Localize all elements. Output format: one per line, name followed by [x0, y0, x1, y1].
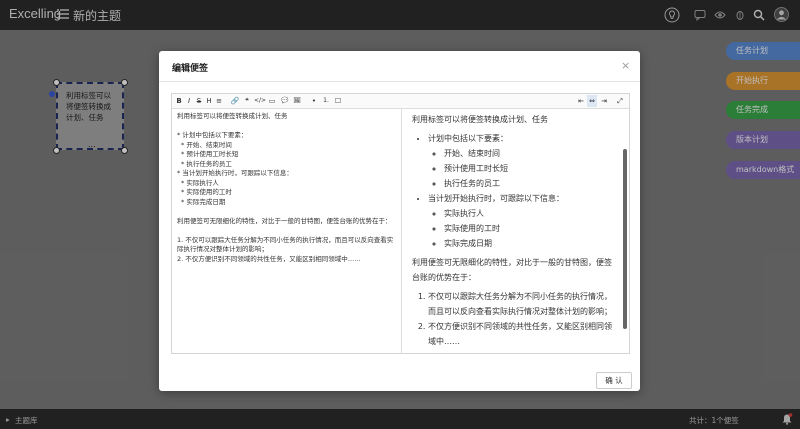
- source-line: 1. 不仅可以跟踪大任务分解为不同小任务的执行情况，而且可以反向查看实际执行情况…: [177, 235, 394, 254]
- ordered-list-button[interactable]: 1.: [321, 95, 331, 107]
- preview-list-item: 不仅可以跟踪大任务分解为不同小任务的执行情况，而且可以反向查看实际执行情况对整体…: [428, 289, 619, 319]
- quote-button[interactable]: ❝: [242, 95, 252, 107]
- source-line: * 预计使用工时长短: [181, 150, 239, 158]
- fullscreen-button[interactable]: ⤢: [615, 95, 625, 107]
- preview-only-button[interactable]: ⇥: [599, 95, 609, 107]
- heading-button[interactable]: H: [204, 95, 214, 107]
- split-view-button[interactable]: ⇔: [587, 95, 597, 107]
- preview-list-item: 开始、结束时间: [444, 146, 619, 161]
- source-line: 利用便签可无限细化的特性，对比于一般的甘特图，便签台账的优势在于：: [177, 216, 392, 225]
- link-button[interactable]: 🔗: [230, 95, 240, 107]
- close-icon[interactable]: ×: [621, 59, 630, 72]
- comment-button[interactable]: 💬: [280, 95, 290, 107]
- editor-toolbar: B I S H ≡ 🔗 ❝ </> ▭ 💬 🖼 • 1. ☐ ⇤ ⇔ ⇥ ⤢: [172, 94, 629, 109]
- preview-ordered-list: 不仅可以跟踪大任务分解为不同小任务的执行情况，而且可以反向查看实际执行情况对整体…: [412, 289, 619, 349]
- preview-list-item: 实际使用的工时: [444, 221, 619, 236]
- image-button[interactable]: 🖼: [292, 95, 302, 107]
- source-line: * 开始、结束时间: [181, 140, 232, 149]
- strikethrough-button[interactable]: S: [194, 95, 204, 107]
- dialog-title: 编辑便签: [172, 64, 209, 74]
- preview-list-item: 实际执行人: [444, 206, 619, 221]
- confirm-button[interactable]: 确 认: [596, 372, 632, 389]
- source-line: 利用标签可以将便签转换成计划、任务: [177, 112, 288, 120]
- bold-button[interactable]: B: [174, 95, 184, 107]
- source-line: * 当计划开始执行时，可跟踪以下信息：: [177, 169, 293, 177]
- bullet-list-button[interactable]: •: [309, 95, 319, 107]
- edit-only-button[interactable]: ⇤: [576, 95, 586, 107]
- preview-list-item: 预计使用工时长短: [444, 161, 619, 176]
- preview-scrollbar[interactable]: [623, 149, 627, 329]
- source-line: * 实际执行人: [181, 178, 219, 187]
- code-block-button[interactable]: ▭: [267, 95, 277, 107]
- italic-button[interactable]: I: [184, 95, 194, 107]
- preview-list-item: 实际完成日期: [444, 236, 619, 251]
- source-line: * 计划中包括以下要素：: [177, 131, 248, 139]
- preview-list-item: 执行任务的员工: [444, 176, 619, 191]
- preview-paragraph: 利用便签可无限细化的特性，对比于一般的甘特图，便签台账的优势在于：: [412, 258, 612, 282]
- hr-button[interactable]: ≡: [214, 95, 224, 107]
- source-line: * 实际使用的工时: [181, 188, 232, 196]
- edit-note-dialog: 编辑便签 × B I S H ≡ 🔗 ❝ </> ▭ 💬 🖼 • 1. ☐ ⇤ …: [159, 51, 640, 391]
- markdown-source-pane[interactable]: 利用标签可以将便签转换成计划、任务 * 计划中包括以下要素： * 开始、结束时间…: [172, 109, 401, 353]
- preview-list-item: 当计划开始执行时，可跟踪以下信息：: [428, 194, 564, 203]
- preview-list-item: 不仅方便识别不同领域的共性任务，又能区别相同领域中……: [428, 319, 619, 349]
- task-list-button[interactable]: ☐: [333, 95, 343, 107]
- markdown-editor[interactable]: B I S H ≡ 🔗 ❝ </> ▭ 💬 🖼 • 1. ☐ ⇤ ⇔ ⇥ ⤢ 利…: [171, 93, 630, 354]
- source-line: * 实际完成日期: [181, 197, 226, 206]
- preview-list-item: 计划中包括以下要素：: [428, 134, 508, 143]
- source-line: 2. 不仅方便识别不同领域的共性任务，又能区别相同领域中……: [177, 254, 361, 263]
- source-line: * 执行任务的员工: [181, 159, 232, 168]
- preview-paragraph: 利用标签可以将便签转换成计划、任务: [412, 115, 548, 124]
- markdown-preview-pane: 利用标签可以将便签转换成计划、任务 计划中包括以下要素： 开始、结束时间 预计使…: [402, 109, 629, 353]
- preview-list: 计划中包括以下要素： 开始、结束时间 预计使用工时长短 执行任务的员工 当计划开…: [412, 131, 619, 251]
- code-button[interactable]: </>: [254, 95, 266, 107]
- divider: [159, 81, 640, 82]
